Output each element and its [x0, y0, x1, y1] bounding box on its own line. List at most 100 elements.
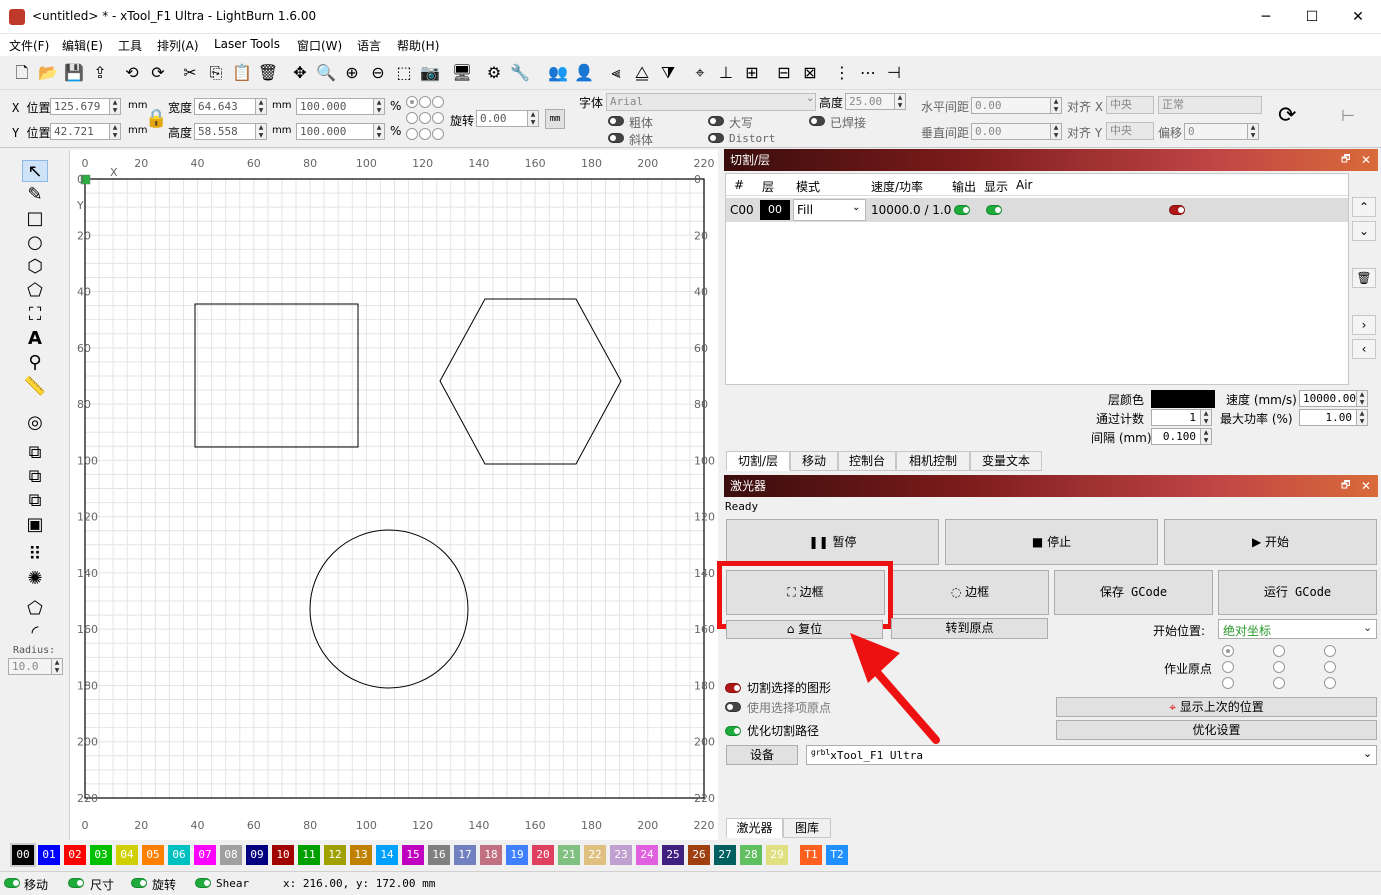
font-select[interactable]: Arial	[606, 93, 816, 111]
layer-row[interactable]: C00 00 Fill ⌄ 10000.0 / 1.0	[726, 198, 1348, 222]
scale-height-spinner[interactable]: ▲ ▼	[374, 123, 385, 140]
frame-circle-button[interactable]: ◌ 边框	[891, 570, 1049, 615]
refresh-icon[interactable]: ⟳	[1278, 103, 1296, 128]
maximize-button[interactable]: ☐	[1289, 0, 1335, 34]
palette-swatch-01[interactable]: 01	[38, 845, 60, 865]
menu-edit[interactable]: 编辑(E)	[62, 37, 103, 54]
move-layer-down-icon[interactable]: ⌄	[1352, 221, 1376, 241]
zoom-fit-icon[interactable]: 🔍	[315, 62, 337, 84]
scale-height-input[interactable]: 100.000	[296, 123, 374, 140]
menu-window[interactable]: 窗口(W)	[297, 37, 342, 54]
tab-laser[interactable]: 激光器	[726, 818, 783, 838]
undo-icon[interactable]: ⟲	[121, 62, 143, 84]
palette-swatch-10[interactable]: 10	[272, 845, 294, 865]
palette-swatch-22[interactable]: 22	[584, 845, 606, 865]
offset-tool-icon[interactable]: ◎	[22, 412, 48, 434]
layer-air-toggle[interactable]	[1169, 205, 1185, 215]
polygon-tool-icon[interactable]: ⬡	[22, 256, 48, 278]
stop-button[interactable]: ■ 停止	[945, 519, 1158, 565]
mirror-v-icon[interactable]: ⧋	[631, 62, 653, 84]
palette-swatch-02[interactable]: 02	[64, 845, 86, 865]
palette-swatch-19[interactable]: 19	[506, 845, 528, 865]
palette-swatch-16[interactable]: 16	[428, 845, 450, 865]
circular-array-icon[interactable]: ✺	[22, 568, 48, 590]
h-spacing-spinner[interactable]: ▲ ▼	[1051, 97, 1062, 114]
palette-swatch-29[interactable]: 29	[766, 845, 788, 865]
cut-icon[interactable]: ✂	[179, 62, 201, 84]
start-from-select[interactable]: 绝对坐标 ⌄	[1218, 619, 1377, 639]
position-tool-icon[interactable]: ⚲	[22, 352, 48, 374]
distort-toggle[interactable]	[708, 133, 724, 143]
layer-mode-select[interactable]: Fill ⌄	[793, 199, 866, 221]
uppercase-toggle[interactable]	[708, 116, 724, 126]
scale-width-input[interactable]: 100.000	[296, 98, 374, 115]
ellipse-tool-icon[interactable]: ○	[22, 232, 48, 254]
interval-input[interactable]: 0.100	[1151, 428, 1201, 445]
settings-icon[interactable]: ⚙	[483, 62, 505, 84]
move-icon[interactable]: ✥	[289, 62, 311, 84]
v-spacing-input[interactable]: 0.00	[971, 123, 1051, 140]
start-button[interactable]: ▶ 开始	[1164, 519, 1377, 565]
design-canvas[interactable]: 0 0 0 0 20 20 20 20 40 40 40 40 60 60 60 60 80 80 80 80 100 1…	[70, 150, 718, 840]
space-h-icon[interactable]: ⋮	[831, 62, 853, 84]
font-height-input[interactable]: 25.00	[845, 93, 895, 110]
welded-toggle[interactable]	[809, 116, 825, 126]
pen-tool-icon[interactable]: ✎	[22, 184, 48, 206]
dock-panel-icon[interactable]: ⊢	[1341, 106, 1355, 125]
palette-swatch-12[interactable]: 12	[324, 845, 346, 865]
h-spacing-input[interactable]: 0.00	[971, 97, 1051, 114]
delete-layer-icon[interactable]: 🗑	[1352, 268, 1376, 288]
expand-right-icon[interactable]: ›	[1352, 315, 1376, 335]
zoom-out-icon[interactable]: ⊖	[367, 62, 389, 84]
close-panel-icon[interactable]: ✕	[1361, 149, 1371, 171]
boolean-union-icon[interactable]: ⧉	[22, 442, 48, 464]
rotate-status-toggle[interactable]	[131, 878, 147, 888]
open-file-icon[interactable]: 📂	[37, 62, 59, 84]
expand-left-icon[interactable]: ‹	[1352, 339, 1376, 359]
target-icon[interactable]: ⌖	[689, 62, 711, 84]
height-spinner[interactable]: ▲ ▼	[256, 123, 267, 140]
menu-help[interactable]: 帮助(H)	[397, 37, 439, 54]
palette-swatch-t1[interactable]: T1	[800, 845, 822, 865]
distribute-h-icon[interactable]: ⊟	[773, 62, 795, 84]
minimize-button[interactable]: ─	[1243, 0, 1289, 34]
tab-variable-text[interactable]: 变量文本	[970, 451, 1042, 471]
job-origin-grid[interactable]	[1222, 645, 1337, 691]
select-tool-icon[interactable]: ↖	[22, 160, 48, 182]
save-gcode-button[interactable]: 保存 GCode	[1054, 570, 1213, 615]
devices-button[interactable]: 设备	[726, 745, 798, 765]
palette-swatch-21[interactable]: 21	[558, 845, 580, 865]
offset-input[interactable]: 0	[1184, 123, 1248, 140]
text-mode-select[interactable]: 正常	[1158, 96, 1262, 114]
y-spinner[interactable]: ▲ ▼	[110, 123, 121, 140]
size-status-toggle[interactable]	[68, 878, 84, 888]
close-laser-panel-icon[interactable]: ✕	[1361, 475, 1371, 497]
palette-swatch-07[interactable]: 07	[194, 845, 216, 865]
redo-icon[interactable]: ⟳	[147, 62, 169, 84]
layer-show-toggle[interactable]	[986, 205, 1002, 215]
tab-camera-control[interactable]: 相机控制	[896, 451, 970, 471]
tab-move[interactable]: 移动	[790, 451, 838, 471]
pentagon-tool-icon[interactable]: ⬠	[22, 280, 48, 302]
layer-color-box[interactable]	[1151, 390, 1215, 408]
zoom-in-icon[interactable]: ⊕	[341, 62, 363, 84]
rectangle-tool-icon[interactable]: □	[22, 208, 48, 230]
speed-spinner[interactable]: ▲ ▼	[1357, 390, 1368, 407]
palette-swatch-03[interactable]: 03	[90, 845, 112, 865]
max-power-input[interactable]: 1.00	[1299, 409, 1357, 426]
tab-library[interactable]: 图库	[783, 818, 831, 838]
boolean-subtract-icon[interactable]: ⧉	[22, 466, 48, 488]
passes-spinner[interactable]: ▲ ▼	[1201, 409, 1212, 426]
font-height-spinner[interactable]: ▲ ▼	[895, 93, 906, 110]
show-last-position-button[interactable]: ⌖ 显示上次的位置	[1056, 697, 1377, 717]
menu-language[interactable]: 语言	[357, 37, 381, 54]
offset-spinner[interactable]: ▲ ▼	[1248, 123, 1259, 140]
bold-toggle[interactable]	[608, 116, 624, 126]
weld-icon[interactable]: ▣	[22, 514, 48, 536]
optimize-path-toggle[interactable]	[725, 726, 741, 736]
layer-color-swatch[interactable]: 00	[760, 200, 790, 220]
optimization-settings-button[interactable]: 优化设置	[1056, 720, 1377, 740]
menu-laser-tools[interactable]: Laser Tools	[214, 37, 280, 51]
layer-output-toggle[interactable]	[954, 205, 970, 215]
palette-swatch-24[interactable]: 24	[636, 845, 658, 865]
